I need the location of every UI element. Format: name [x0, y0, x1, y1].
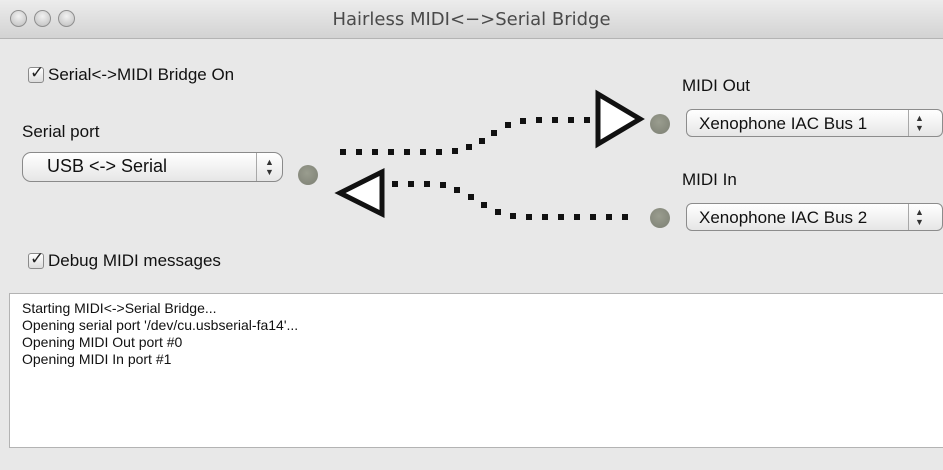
title-bar[interactable]: Hairless MIDI<−>Serial Bridge	[0, 0, 943, 39]
serial-port-label: Serial port	[22, 122, 100, 141]
midi-out-select[interactable]: Xenophone IAC Bus 1 ▲ ▼	[686, 109, 943, 137]
midi-in-value: Xenophone IAC Bus 2	[699, 208, 868, 227]
stepper-arrows-icon: ▲ ▼	[256, 153, 282, 181]
arrow-left-icon	[334, 167, 385, 219]
log-line: Opening serial port '/dev/cu.usbserial-f…	[22, 317, 299, 333]
serial-activity-led	[298, 165, 318, 185]
debug-log[interactable]: Starting MIDI<->Serial Bridge... Opening…	[9, 293, 943, 448]
midi-out-label: MIDI Out	[682, 76, 751, 95]
stepper-arrows-icon: ▲ ▼	[908, 110, 930, 136]
midi-in-activity-led	[650, 208, 670, 228]
log-line: Opening MIDI Out port #0	[22, 334, 183, 350]
main-panel: ✓ Serial<->MIDI Bridge On Serial port US…	[0, 39, 943, 470]
midi-out-value: Xenophone IAC Bus 1	[699, 114, 868, 133]
stepper-arrows-icon: ▲ ▼	[908, 204, 930, 230]
connector-diagram	[334, 89, 645, 220]
midi-in-select[interactable]: Xenophone IAC Bus 2 ▲ ▼	[686, 203, 943, 231]
bridge-on-checkbox[interactable]: ✓	[28, 63, 44, 83]
window-title: Hairless MIDI<−>Serial Bridge	[332, 9, 611, 30]
checkmark-icon: ✓	[30, 63, 45, 83]
arrow-right-icon	[595, 89, 645, 149]
midi-out-activity-led	[650, 114, 670, 134]
log-line: Starting MIDI<->Serial Bridge...	[22, 300, 217, 316]
serial-port-select[interactable]: USB <-> Serial ▲ ▼	[22, 152, 283, 182]
debug-midi-checkbox[interactable]: ✓	[28, 249, 44, 269]
in-connector-dots	[392, 181, 628, 220]
midi-in-label: MIDI In	[682, 170, 737, 189]
out-connector-dots	[340, 117, 590, 155]
log-line: Opening MIDI In port #1	[22, 351, 172, 367]
checkmark-icon: ✓	[30, 249, 45, 269]
bridge-on-label: Serial<->MIDI Bridge On	[48, 65, 235, 84]
debug-midi-label: Debug MIDI messages	[48, 251, 221, 270]
serial-port-value: USB <-> Serial	[47, 156, 168, 176]
